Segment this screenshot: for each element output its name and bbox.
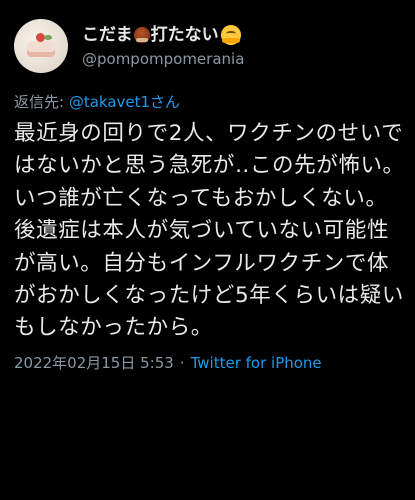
tweet-header: こだま 打たない @pompompomerania [14,14,401,78]
meta-separator: · [179,353,185,372]
tweet-meta: 2022年02月15日 5:53 · Twitter for iPhone [14,353,401,373]
tweet-text: 最近身の回りで2人、ワクチンのせいではないかと思う急死が‥この先が怖い。いつ誰が… [14,121,405,341]
reply-prefix: 返信先: [14,93,69,111]
hugging-face-icon [220,24,241,45]
display-name[interactable]: こだま 打たない [82,24,244,46]
timestamp[interactable]: 2022年02月15日 5:53 [14,353,174,373]
source-label[interactable]: Twitter for iPhone [191,353,322,373]
display-name-after: 打たない [150,24,219,45]
tweet-card: こだま 打たない @pompompomerania 返信先: @takavet1… [0,0,415,500]
avatar[interactable] [14,19,68,73]
user-handle[interactable]: @pompompomerania [82,49,244,69]
reply-to-line: 返信先: @takavet1さん [14,92,401,112]
display-name-before: こだま [82,24,133,45]
author-names: こだま 打たない @pompompomerania [82,24,244,69]
avatar-cake-shape [27,41,55,57]
chestnut-icon [133,26,150,43]
avatar-leaf-shape [44,35,52,40]
reply-mention-link[interactable]: @takavet1さん [69,93,180,111]
